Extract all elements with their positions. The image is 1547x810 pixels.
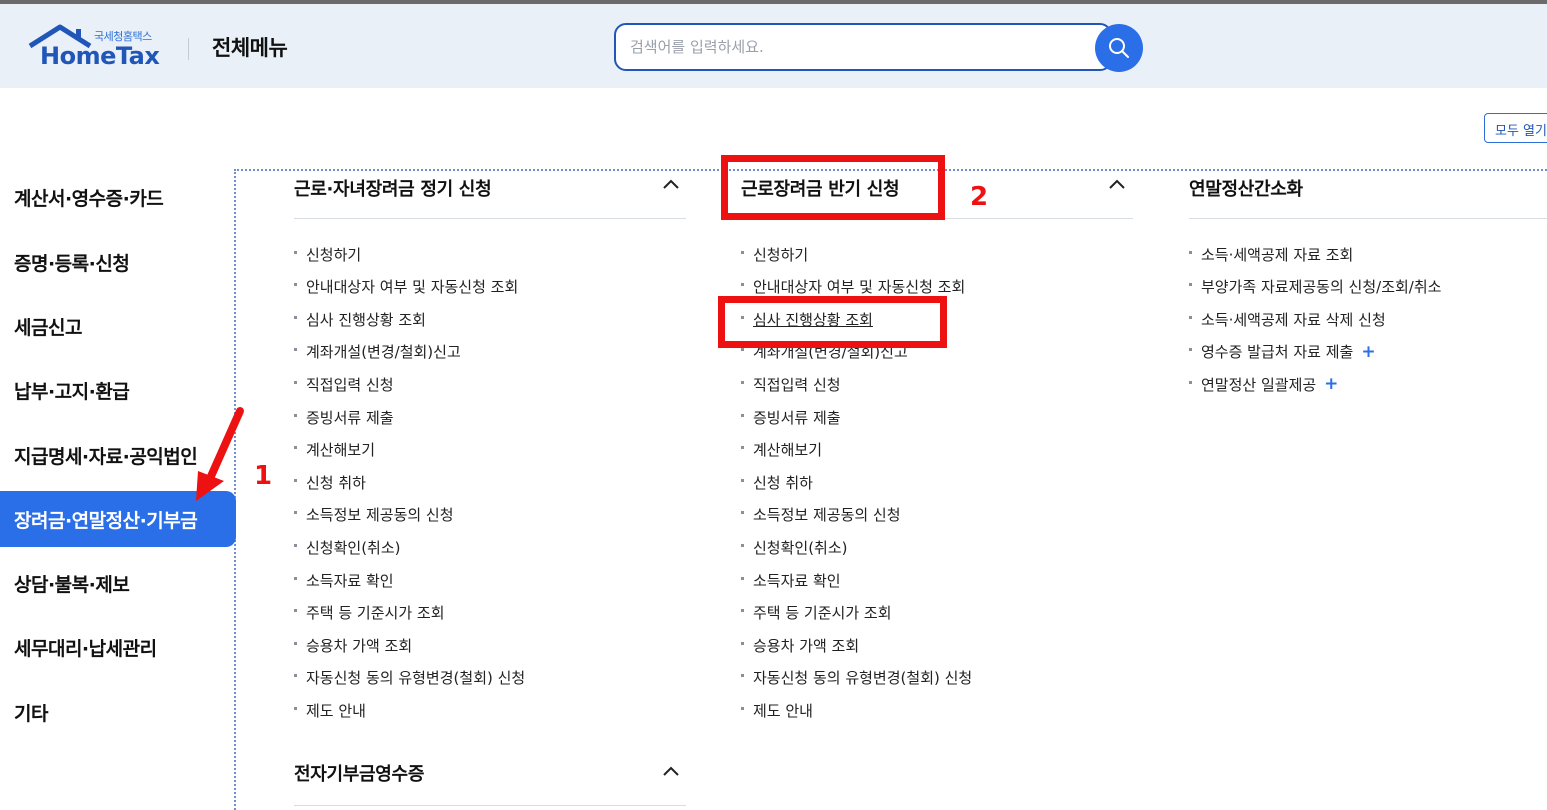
menu-link[interactable]: 직접입력 신청 <box>294 373 394 395</box>
annotation-arrow-icon <box>196 407 244 501</box>
menu-link[interactable]: 제도 안내 <box>294 699 366 721</box>
section-title: 전자기부금영수증 <box>294 764 425 785</box>
sidebar-item-etc[interactable]: 기타 <box>0 684 236 740</box>
search-input[interactable] <box>630 35 1070 59</box>
header-divider <box>188 38 189 60</box>
menu-link[interactable]: 안내대상자 여부 및 자동신청 조회 <box>741 276 965 298</box>
search-box[interactable] <box>614 23 1112 71</box>
menu-link[interactable]: 승용차 가액 조회 <box>741 634 859 656</box>
menu-link[interactable]: 직접입력 신청 <box>741 373 841 395</box>
sidebar-item-consultation-appeal[interactable]: 상담·불복·제보 <box>0 555 236 611</box>
menu-link[interactable]: 신청하기 <box>294 243 361 265</box>
menu-link[interactable]: 신청 취하 <box>741 471 813 493</box>
menu-link[interactable]: 소득정보 제공동의 신청 <box>294 504 454 526</box>
sidebar-item-invoice-receipt-card[interactable]: 계산서·영수증·카드 <box>0 169 236 225</box>
menu-link[interactable]: 주택 등 기준시가 조회 <box>294 602 445 624</box>
sidebar-item-tax-agent[interactable]: 세무대리·납세관리 <box>0 619 236 675</box>
menu-link[interactable]: 주택 등 기준시가 조회 <box>741 602 892 624</box>
menu-link[interactable]: 계산해보기 <box>294 439 375 461</box>
menu-link[interactable]: 승용차 가액 조회 <box>294 634 412 656</box>
menu-link[interactable]: 영수증 발급처 자료 제출 + <box>1189 341 1376 363</box>
menu-link[interactable]: 계좌개설(변경/철회)신고 <box>294 341 461 363</box>
menu-link[interactable]: 계산해보기 <box>741 439 822 461</box>
chevron-up-icon[interactable] <box>1108 177 1126 191</box>
menu-link[interactable]: 신청 취하 <box>294 471 366 493</box>
sidebar-item-tax-filing[interactable]: 세금신고 <box>0 298 236 354</box>
menu-link[interactable]: 소득·세액공제 자료 조회 <box>1189 243 1353 265</box>
expand-plus-icon[interactable]: + <box>1324 374 1338 394</box>
menu-link[interactable]: 증빙서류 제출 <box>741 406 841 428</box>
menu-link[interactable]: 소득·세액공제 자료 삭제 신청 <box>1189 308 1386 330</box>
menu-link[interactable]: 신청확인(취소) <box>741 536 848 558</box>
menu-link[interactable]: 소득정보 제공동의 신청 <box>741 504 901 526</box>
logo-text: HomeTax <box>40 42 160 70</box>
chevron-up-icon[interactable] <box>662 764 680 778</box>
header-bar: 국세청홈택스 HomeTax 전체메뉴 <box>0 4 1547 88</box>
menu-link[interactable]: 연말정산 일괄제공 + <box>1189 373 1338 395</box>
annotation-number-2: 2 <box>970 182 989 212</box>
section-header[interactable]: 근로·자녀장려금 정기 신청 <box>294 165 686 219</box>
annotation-box-review-status <box>718 296 947 348</box>
section-title: 연말정산간소화 <box>1189 179 1303 200</box>
section-header-e-donation-receipt[interactable]: 전자기부금영수증 <box>294 750 686 806</box>
menu-link[interactable]: 심사 진행상황 조회 <box>294 308 426 330</box>
menu-link[interactable]: 소득자료 확인 <box>741 569 841 591</box>
expand-all-button[interactable]: 모두 열기 <box>1484 113 1547 143</box>
annotation-box-section-title <box>721 155 945 220</box>
menu-link[interactable]: 안내대상자 여부 및 자동신청 조회 <box>294 276 518 298</box>
search-icon <box>1109 38 1129 58</box>
chevron-up-icon[interactable] <box>662 177 680 191</box>
menu-link[interactable]: 신청확인(취소) <box>294 536 401 558</box>
section-title: 근로·자녀장려금 정기 신청 <box>294 179 492 200</box>
menu-link[interactable]: 자동신청 동의 유형변경(철회) 신청 <box>741 667 972 689</box>
search-button[interactable] <box>1095 24 1143 72</box>
menu-link[interactable]: 자동신청 동의 유형변경(철회) 신청 <box>294 667 525 689</box>
section-header[interactable]: 연말정산간소화 <box>1189 165 1547 219</box>
menu-link[interactable]: 증빙서류 제출 <box>294 406 394 428</box>
menu-link[interactable]: 제도 안내 <box>741 699 813 721</box>
page-title: 전체메뉴 <box>212 36 288 60</box>
expand-plus-icon[interactable]: + <box>1361 342 1375 362</box>
menu-link[interactable]: 소득자료 확인 <box>294 569 394 591</box>
menu-link[interactable]: 부양가족 자료제공동의 신청/조회/취소 <box>1189 276 1441 298</box>
sidebar-item-certificate-registration[interactable]: 증명·등록·신청 <box>0 234 236 290</box>
hometax-logo[interactable]: 국세청홈택스 HomeTax <box>28 24 168 74</box>
menu-link[interactable]: 신청하기 <box>741 243 808 265</box>
